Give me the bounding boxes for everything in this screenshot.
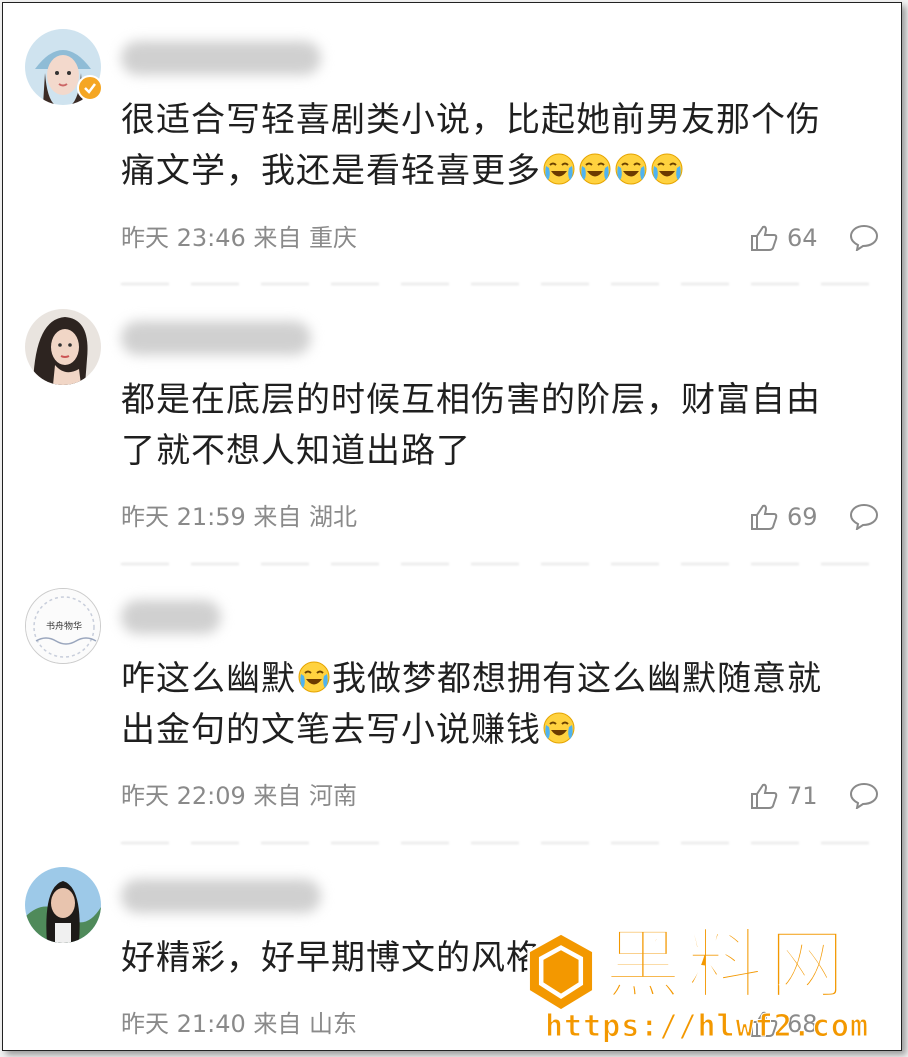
comment-bubble-icon [849, 782, 879, 809]
thumbs-up-icon [751, 783, 778, 809]
watermark-brand: 黑料网 [604, 919, 851, 1010]
like-button[interactable]: 71 [749, 781, 818, 811]
crying-laughing-emoji-icon [542, 709, 576, 744]
username-blurred[interactable] [121, 321, 311, 355]
comment-text: 咋这么幽默 我做梦都想拥有这么幽默随意就 出金句的文笔去写小说赚钱 [121, 654, 881, 756]
verified-badge-icon [77, 75, 103, 101]
watermark-shield-logo [527, 931, 595, 1013]
username-blurred[interactable] [121, 41, 321, 75]
avatar-calligraphy: 书舟物华 [46, 620, 82, 632]
divider [121, 283, 881, 285]
crying-laughing-emoji-icon [650, 150, 684, 185]
username-blurred[interactable] [121, 600, 221, 634]
comment-text-line: 了就不想人知道出路了 [121, 431, 471, 471]
like-button[interactable]: 69 [749, 502, 818, 532]
divider [121, 842, 881, 844]
watermark: 黑料网 https://hlwf2.com [523, 919, 898, 1048]
comment-meta: 昨天 21:59 来自 湖北 [121, 503, 358, 531]
comment-text-line: 都是在底层的时候互相伤害的阶层，财富自由 [121, 380, 821, 420]
comment-text-line: 咋这么幽默 我做梦都想拥有这么幽默随意就 [121, 658, 822, 699]
comment-meta: 昨天 23:46 来自 重庆 [121, 224, 358, 252]
comment-meta: 昨天 22:09 来自 河南 [121, 782, 358, 810]
comment-text-line: 痛文学，我还是看轻喜更多 [121, 146, 881, 197]
username-blurred[interactable] [121, 879, 321, 913]
like-count: 71 [787, 782, 818, 810]
comment-text-line: 出金句的文笔去写小说赚钱 [121, 705, 881, 756]
comment-meta: 昨天 21:40 来自 山东 [121, 1010, 358, 1038]
thumbs-up-icon [751, 504, 778, 530]
comment-bubble-icon [849, 224, 879, 251]
like-count: 69 [787, 503, 818, 531]
avatar[interactable]: 书舟物华 [25, 588, 101, 664]
comment-text: 都是在底层的时候互相伤害的阶层，财富自由 了就不想人知道出路了 [121, 375, 881, 477]
reply-button[interactable] [849, 502, 879, 530]
crying-laughing-emoji-icon [297, 658, 331, 693]
watermark-url: https://hlwf2.com [544, 1009, 870, 1045]
avatar[interactable] [25, 867, 101, 943]
crying-laughing-emoji-icon [578, 150, 612, 185]
comment-bubble-icon [849, 503, 879, 530]
comment-list: 很适合写轻喜剧类小说，比起她前男友那个伤 痛文学，我还是看轻喜更多 昨天 23:… [2, 2, 902, 1051]
like-button[interactable]: 64 [749, 223, 818, 253]
reply-button[interactable] [849, 781, 879, 809]
divider [121, 563, 881, 565]
thumbs-up-icon [751, 225, 778, 251]
crying-laughing-emoji-icon [542, 150, 576, 185]
comment-text-line: 很适合写轻喜剧类小说，比起她前男友那个伤 [121, 100, 821, 140]
reply-button[interactable] [849, 223, 879, 251]
like-count: 64 [787, 224, 818, 252]
comment-text: 很适合写轻喜剧类小说，比起她前男友那个伤 痛文学，我还是看轻喜更多 [121, 95, 881, 197]
crying-laughing-emoji-icon [614, 150, 648, 185]
avatar[interactable] [25, 309, 101, 385]
